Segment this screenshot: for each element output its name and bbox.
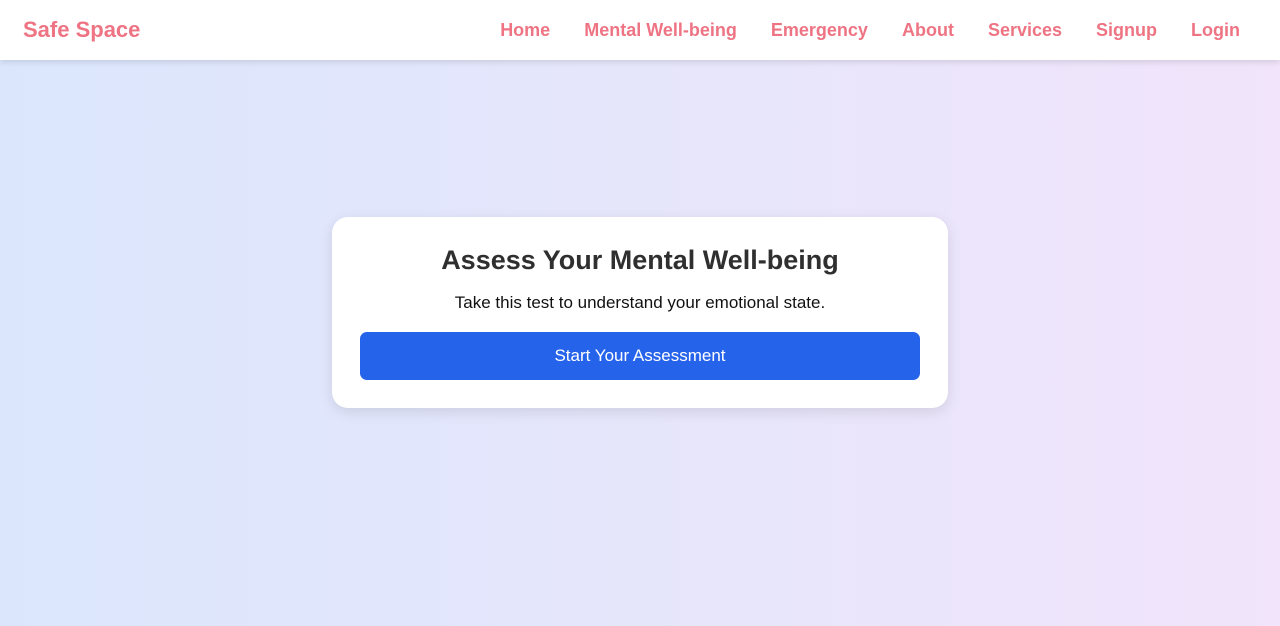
top-navbar: Safe Space Home Mental Well-being Emerge…	[0, 0, 1280, 60]
card-title: Assess Your Mental Well-being	[441, 245, 839, 275]
nav-link-mental-well-being[interactable]: Mental Well-being	[584, 20, 737, 41]
card-subtitle: Take this test to understand your emotio…	[454, 293, 826, 312]
nav-link-services[interactable]: Services	[988, 20, 1062, 41]
nav-link-emergency[interactable]: Emergency	[771, 20, 868, 41]
start-assessment-button[interactable]: Start Your Assessment	[360, 332, 920, 380]
nav-link-about[interactable]: About	[902, 20, 954, 41]
nav-links: Home Mental Well-being Emergency About S…	[466, 20, 1240, 41]
nav-link-home[interactable]: Home	[500, 20, 550, 41]
nav-link-signup[interactable]: Signup	[1096, 20, 1157, 41]
nav-link-login[interactable]: Login	[1191, 20, 1240, 41]
brand-logo[interactable]: Safe Space	[23, 17, 140, 43]
assessment-card: Assess Your Mental Well-being Take this …	[332, 217, 948, 408]
